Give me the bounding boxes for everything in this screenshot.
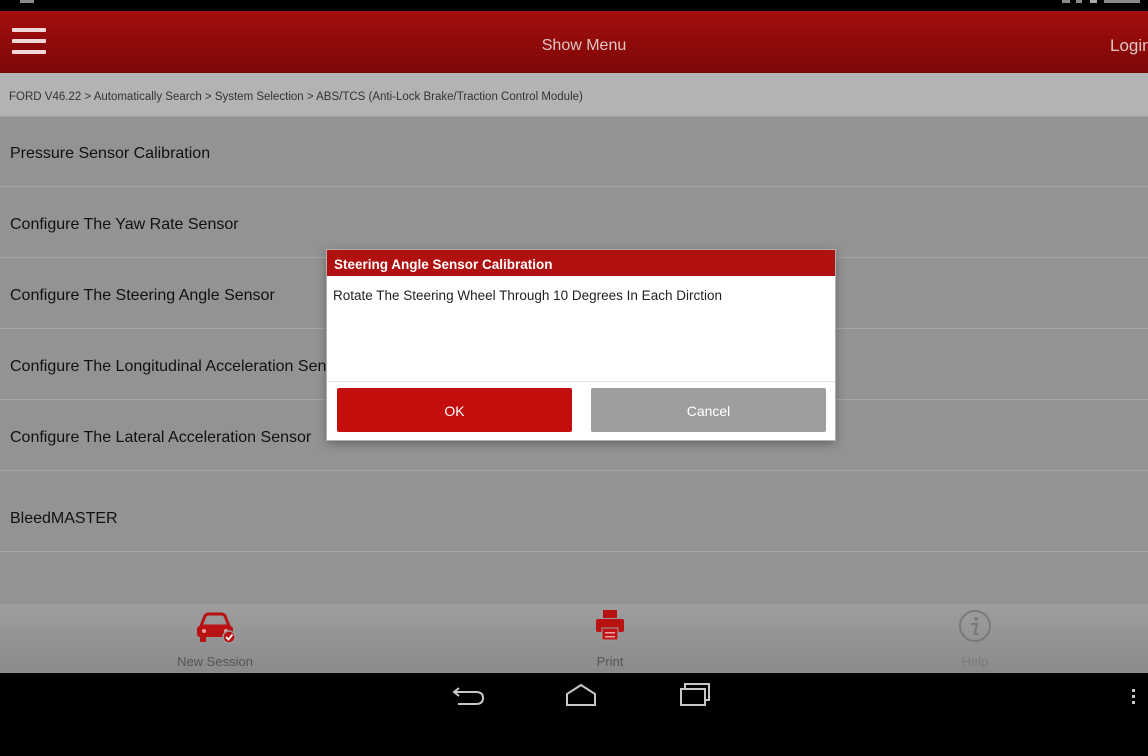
- info-icon: [959, 610, 991, 642]
- app-header: Show Menu Login: [0, 11, 1148, 73]
- list-item-label: BleedMASTER: [10, 510, 118, 527]
- login-button[interactable]: Login: [1110, 11, 1148, 73]
- list-item-yaw-rate-sensor[interactable]: Configure The Yaw Rate Sensor: [0, 188, 1148, 258]
- print-button[interactable]: Print: [555, 604, 665, 673]
- list-item-label: Configure The Steering Angle Sensor: [10, 287, 275, 304]
- list-item-pressure-sensor-calibration[interactable]: Pressure Sensor Calibration: [0, 117, 1148, 187]
- new-session-label: New Session: [177, 654, 253, 669]
- breadcrumb: FORD V46.22 > Automatically Search > Sys…: [0, 73, 1148, 117]
- more-vertical-icon[interactable]: [1128, 688, 1138, 708]
- dialog-divider: [327, 381, 835, 382]
- dialog-title: Steering Angle Sensor Calibration: [327, 250, 835, 276]
- status-notification-icon: [20, 0, 34, 3]
- ok-button[interactable]: OK: [337, 388, 572, 432]
- recent-apps-icon[interactable]: [678, 682, 712, 708]
- back-arrow-icon[interactable]: [452, 683, 486, 707]
- cancel-button[interactable]: Cancel: [591, 388, 826, 432]
- bottom-toolbar: New Session Print Help: [0, 604, 1148, 673]
- list-item-label: Configure The Longitudinal Acceleration …: [10, 358, 349, 375]
- android-navigation-bar: [0, 673, 1148, 756]
- print-label: Print: [596, 654, 624, 669]
- car-icon: [197, 612, 236, 644]
- help-button[interactable]: Help: [920, 604, 1030, 673]
- status-indicators: [1062, 0, 1142, 3]
- list-item-label: Configure The Yaw Rate Sensor: [10, 216, 239, 233]
- help-label: Help: [961, 654, 989, 669]
- list-item-bleedmaster[interactable]: BleedMASTER: [0, 482, 1148, 552]
- home-icon[interactable]: [564, 682, 598, 708]
- dialog-message: Rotate The Steering Wheel Through 10 Deg…: [333, 288, 722, 303]
- show-menu-button[interactable]: Show Menu: [0, 11, 1148, 73]
- list-item-label: Pressure Sensor Calibration: [10, 145, 211, 162]
- list-item-label: Configure The Lateral Acceleration Senso…: [10, 429, 312, 446]
- status-bar: [0, 0, 1148, 11]
- printer-icon: [596, 610, 624, 641]
- calibration-dialog: Steering Angle Sensor Calibration Rotate…: [327, 250, 835, 440]
- new-session-button[interactable]: New Session: [155, 604, 275, 673]
